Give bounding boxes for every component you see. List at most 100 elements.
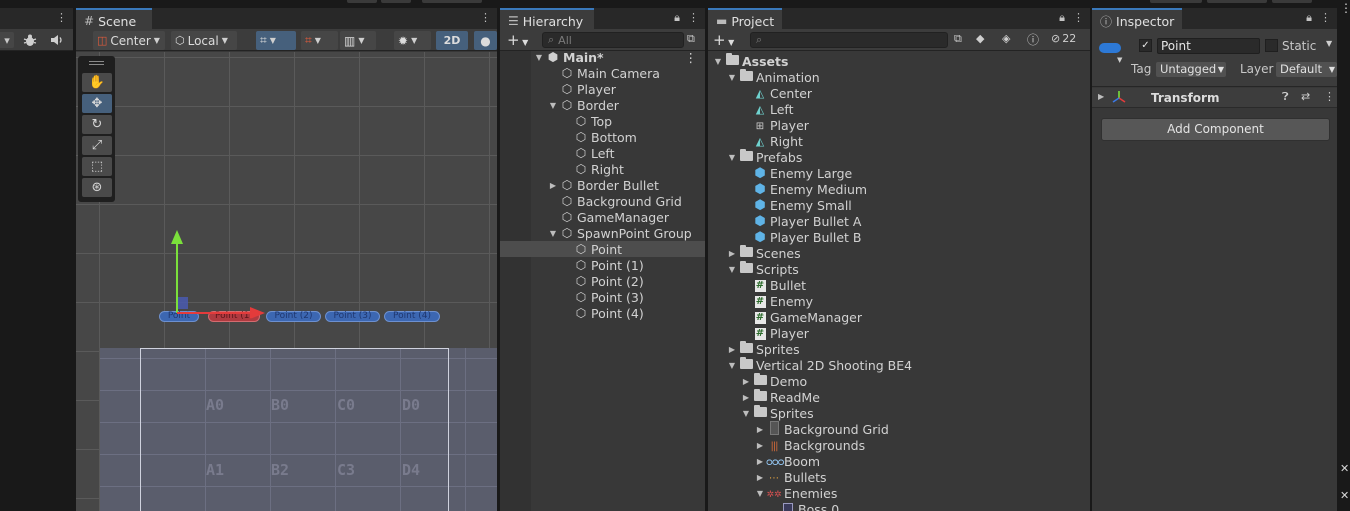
gameobject-icon[interactable] [1099, 43, 1121, 53]
project-item[interactable]: ⬢ Enemy Medium [708, 181, 1090, 197]
move-gizmo[interactable] [166, 222, 276, 327]
chevron-down-icon[interactable]: ▼ [726, 361, 738, 370]
lock-icon[interactable]: 🔒︎ [1306, 11, 1312, 25]
move-tool-button[interactable]: ✥ [82, 94, 112, 113]
project-item[interactable]: ⬢ Enemy Small [708, 197, 1090, 213]
hierarchy-item[interactable]: ⬡ Bottom [500, 129, 705, 145]
close-icon[interactable]: ✕ [1340, 489, 1349, 502]
project-item[interactable]: ▶ Background Grid [708, 420, 1090, 437]
project-item[interactable]: ▶ Sprites [708, 340, 1090, 357]
filter-by-label-icon[interactable]: ◈ [1002, 32, 1010, 45]
project-item[interactable]: ◭ Center [708, 85, 1090, 101]
project-item[interactable]: ▶ ᴑᴑᴑ Boom [708, 453, 1090, 469]
bug-icon[interactable] [20, 32, 40, 48]
chevron-right-icon[interactable]: ▶ [726, 345, 738, 354]
search-options-icon[interactable]: ⧉ [954, 32, 962, 46]
project-item[interactable]: ◭ Right [708, 133, 1090, 149]
project-item[interactable]: ▼ Assets [708, 52, 1090, 69]
chevron-down-icon[interactable]: ▼ [547, 229, 559, 238]
chevron-down-icon[interactable]: ▼ [712, 57, 724, 66]
hierarchy-item[interactable]: ⬡ Player [500, 81, 705, 97]
chevron-right-icon[interactable]: ▶ [726, 249, 738, 258]
project-item[interactable]: ◭ Left [708, 101, 1090, 117]
tab-hierarchy[interactable]: ☰ Hierarchy [500, 8, 594, 30]
pivot-mode-dropdown[interactable]: ◫ Center ▼ [93, 31, 165, 50]
scale-tool-button[interactable]: ⤢ [82, 136, 112, 155]
tab-scene[interactable]: # Scene [76, 8, 152, 30]
hierarchy-item[interactable]: ⬡ Top [500, 113, 705, 129]
project-item[interactable]: Boss 0 [708, 501, 1090, 511]
chevron-down-icon[interactable]: ▼ [726, 153, 738, 162]
point-gizmo[interactable]: Point (4) [384, 311, 440, 322]
project-item[interactable]: # Player [708, 325, 1090, 341]
tab-project[interactable]: ▬ Project [708, 8, 782, 30]
hierarchy-item[interactable]: ⬡ Point (4) [500, 305, 705, 321]
preset-icon[interactable]: ⇄ [1301, 90, 1310, 103]
transform-tool-button[interactable]: ⊛ [82, 178, 112, 197]
hierarchy-item[interactable]: ⬡ Left [500, 145, 705, 161]
project-item[interactable]: # Enemy [708, 293, 1090, 309]
project-item[interactable]: ⬢ Enemy Large [708, 165, 1090, 181]
add-component-button[interactable]: Add Component [1101, 118, 1330, 141]
hierarchy-item[interactable]: ⬡ Point (1) [500, 257, 705, 273]
hierarchy-item[interactable]: ⬡ Point [500, 241, 705, 257]
drag-handle-icon[interactable] [89, 61, 104, 65]
scene-viewport[interactable]: A0 B0 C0 D0 A1 B2 C3 D4 Point Point (1) … [76, 52, 497, 511]
chevron-right-icon[interactable]: ▶ [1098, 92, 1104, 101]
increment-snap-toggle[interactable]: ⌗ ▼ [301, 31, 338, 50]
create-button[interactable]: + ▼ [507, 31, 528, 49]
caret-down-icon[interactable]: ▼ [1326, 39, 1332, 48]
layer-dropdown[interactable]: Default ▼ [1276, 62, 1337, 77]
project-item[interactable]: ▶ ||| Backgrounds [708, 437, 1090, 453]
tag-dropdown[interactable]: Untagged ▼ [1156, 62, 1226, 77]
lock-icon[interactable]: 🔒︎ [1059, 11, 1065, 25]
hierarchy-item[interactable]: ⬡ Right [500, 161, 705, 177]
project-item[interactable]: ⬢ Player Bullet B [708, 229, 1090, 245]
project-item[interactable]: ⊞ Player [708, 117, 1090, 133]
grid-snap-toggle[interactable]: ⌗ ▼ [256, 31, 296, 50]
lock-icon[interactable]: 🔒︎ [674, 11, 680, 25]
caret-down-icon[interactable]: ▾ [0, 32, 14, 48]
search-options-icon[interactable]: ⧉ [687, 32, 695, 46]
rect-tool-button[interactable]: ⬚ [82, 157, 112, 176]
hierarchy-item[interactable]: ▼ ⬢ Main* ⋮ [500, 49, 705, 65]
tab-inspector[interactable]: ⓘ Inspector [1092, 8, 1182, 30]
chevron-down-icon[interactable]: ▼ [740, 409, 752, 418]
hierarchy-item[interactable]: ▼ ⬡ Border [500, 97, 705, 113]
chevron-right-icon[interactable]: ▶ [754, 425, 766, 434]
chevron-right-icon[interactable]: ▶ [740, 393, 752, 402]
hand-tool-button[interactable]: ✋ [82, 73, 112, 92]
mode-2d-toggle[interactable]: 2D [436, 31, 468, 50]
hierarchy-item[interactable]: ⬡ Point (2) [500, 273, 705, 289]
more-icon[interactable]: ⋮ [685, 50, 698, 65]
more-icon[interactable]: ⋮ [1324, 90, 1335, 103]
chevron-down-icon[interactable]: ▼ [533, 53, 545, 62]
help-icon[interactable]: ❓︎ [1282, 90, 1289, 104]
chevron-right-icon[interactable]: ▶ [754, 473, 766, 482]
project-item[interactable]: ▶ ReadMe [708, 388, 1090, 405]
active-checkbox[interactable]: ✓ [1139, 39, 1152, 52]
audio-icon[interactable] [46, 32, 66, 48]
hierarchy-item[interactable]: ⬡ Point (3) [500, 289, 705, 305]
hierarchy-search-input[interactable]: ⌕ All [542, 32, 684, 48]
close-icon[interactable]: ✕ [1340, 462, 1349, 475]
chevron-down-icon[interactable]: ▼ [726, 265, 738, 274]
static-checkbox[interactable] [1265, 39, 1278, 52]
hidden-packages-toggle[interactable]: ⊘ 22 [1051, 32, 1076, 45]
grid-visibility-dropdown[interactable]: ▥ ▼ [340, 31, 376, 50]
chevron-down-icon[interactable]: ▼ [754, 489, 766, 498]
object-name-field[interactable]: Point [1157, 38, 1260, 54]
chevron-right-icon[interactable]: ▶ [754, 441, 766, 450]
more-icon[interactable]: ⋮ [56, 11, 67, 24]
hierarchy-item[interactable]: ⬡ Background Grid [500, 193, 705, 209]
project-search-input[interactable]: ⌕ [750, 32, 948, 48]
chevron-right-icon[interactable]: ▶ [740, 377, 752, 386]
project-item[interactable]: # GameManager [708, 309, 1090, 325]
project-item[interactable]: ▶ ⋯ Bullets [708, 469, 1090, 485]
chevron-right-icon[interactable]: ▶ [754, 457, 766, 466]
more-icon[interactable]: ⋮ [1320, 11, 1331, 25]
project-item[interactable]: ▼ Prefabs [708, 148, 1090, 165]
gizmos-dropdown[interactable]: ✹ ▼ [394, 31, 431, 50]
project-item[interactable]: ▼ Sprites [708, 404, 1090, 421]
filter-by-type-icon[interactable]: ◆ [976, 32, 984, 45]
